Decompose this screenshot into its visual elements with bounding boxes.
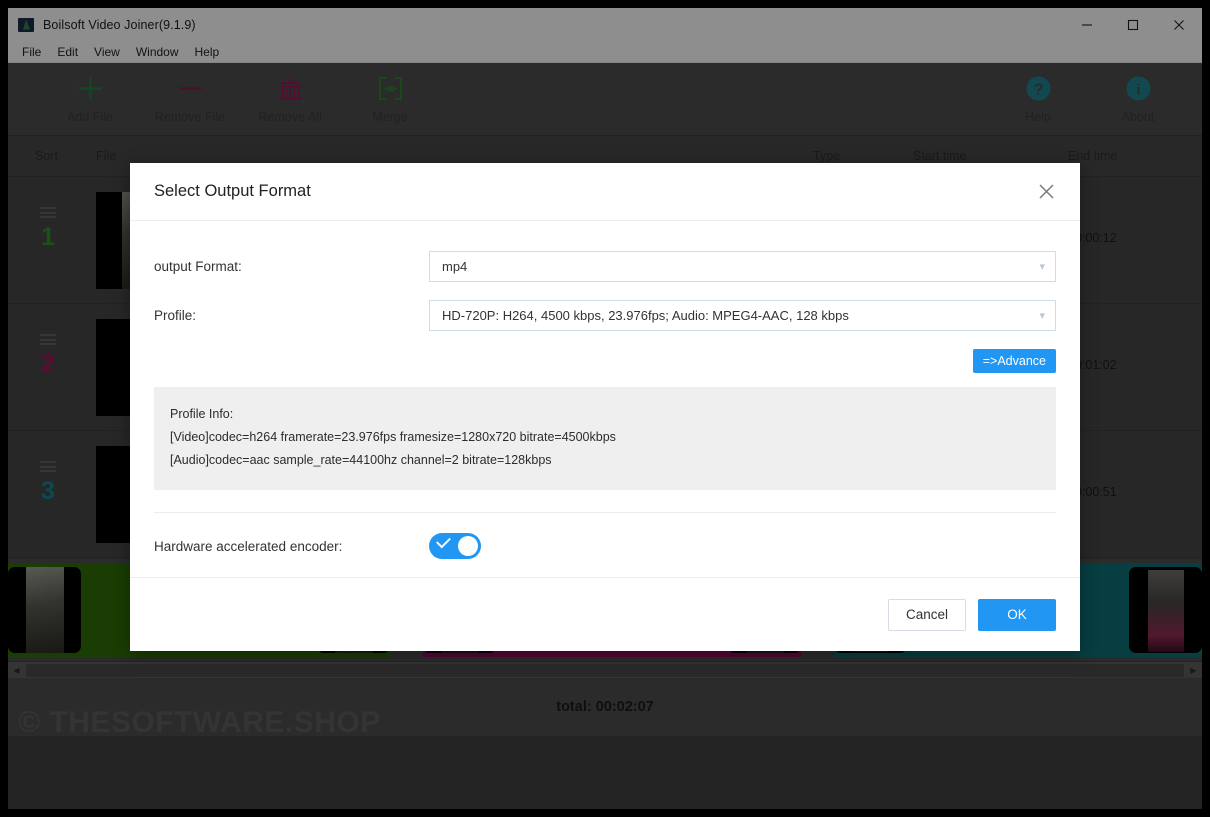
dialog-header: Select Output Format	[130, 163, 1080, 221]
divider	[154, 512, 1056, 513]
toggle-knob	[458, 536, 478, 556]
output-format-row: output Format: mp4 ▾	[154, 251, 1056, 282]
hardware-encoder-toggle[interactable]	[429, 533, 481, 559]
chevron-down-icon: ▾	[1039, 310, 1045, 322]
profile-info-audio: [Audio]codec=aac sample_rate=44100hz cha…	[170, 453, 552, 467]
dialog-body: output Format: mp4 ▾ Profile: HD-720P: H…	[130, 221, 1080, 577]
output-format-select[interactable]: mp4 ▾	[429, 251, 1056, 282]
ok-button[interactable]: OK	[978, 598, 1056, 631]
output-format-value: mp4	[442, 259, 468, 274]
chevron-down-icon: ▾	[1039, 261, 1045, 273]
hardware-encoder-row: Hardware accelerated encoder:	[154, 533, 1056, 559]
advance-row: =>Advance	[154, 349, 1056, 373]
profile-info-heading: Profile Info:	[170, 407, 234, 421]
profile-value: HD-720P: H264, 4500 kbps, 23.976fps; Aud…	[442, 308, 849, 323]
advance-button[interactable]: =>Advance	[972, 349, 1056, 373]
close-icon[interactable]	[1032, 178, 1060, 206]
profile-info-video: [Video]codec=h264 framerate=23.976fps fr…	[170, 430, 616, 444]
check-icon	[436, 533, 451, 549]
dialog-footer: Cancel OK	[130, 577, 1080, 651]
profile-info-box: Profile Info: [Video]codec=h264 framerat…	[154, 387, 1056, 490]
profile-label: Profile:	[154, 308, 197, 323]
hardware-encoder-label: Hardware accelerated encoder:	[154, 538, 343, 554]
profile-row: Profile: HD-720P: H264, 4500 kbps, 23.97…	[154, 300, 1056, 331]
dialog-title: Select Output Format	[154, 182, 311, 200]
output-format-label: output Format:	[154, 259, 242, 274]
select-output-format-dialog: Select Output Format output Format: mp4 …	[130, 163, 1080, 651]
cancel-button[interactable]: Cancel	[888, 598, 966, 631]
application-window: Boilsoft Video Joiner(9.1.9) File Edit V…	[8, 8, 1202, 809]
profile-select[interactable]: HD-720P: H264, 4500 kbps, 23.976fps; Aud…	[429, 300, 1056, 331]
